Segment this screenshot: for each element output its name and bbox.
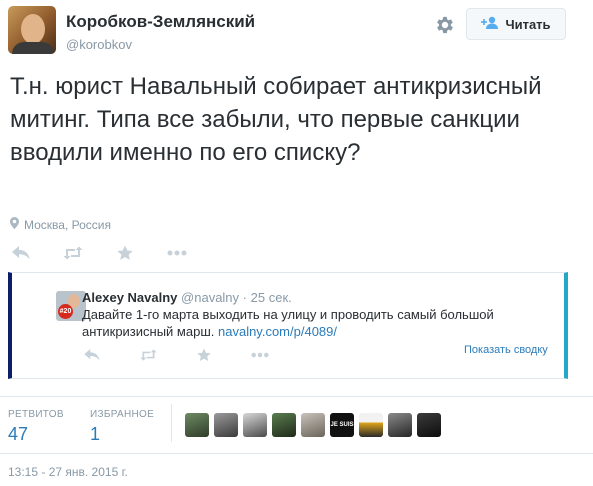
avatar-shirt	[12, 42, 54, 54]
author-display-name[interactable]: Коробков-Землянский	[66, 12, 255, 32]
quoted-link[interactable]: navalny.com/p/4089/	[218, 324, 337, 339]
favoriter-avatar[interactable]	[214, 413, 238, 437]
favoriter-avatar[interactable]: JE SUIS	[330, 413, 354, 437]
follow-button-label: Читать	[505, 16, 551, 32]
retweet-icon[interactable]	[138, 347, 158, 363]
quoted-author-handle[interactable]: @navalny	[181, 290, 239, 305]
stats-bottom-divider	[0, 453, 593, 454]
show-summary-link[interactable]: Показать сводку	[464, 344, 548, 356]
location-pin-icon	[10, 217, 19, 232]
favoriter-avatar[interactable]	[272, 413, 296, 437]
retweet-icon[interactable]	[62, 244, 84, 262]
favorites-count[interactable]: 1	[90, 424, 154, 445]
tweet-location[interactable]: Москва, Россия	[10, 217, 111, 232]
favoriter-avatar[interactable]	[185, 413, 209, 437]
favoriter-avatar[interactable]	[359, 413, 383, 437]
tweet-timestamp[interactable]: 13:15 - 27 янв. 2015 г.	[8, 465, 128, 479]
stats-top-divider	[0, 396, 593, 397]
tweet-actions	[10, 244, 218, 262]
reply-icon[interactable]	[10, 244, 32, 262]
quoted-avatar-badge: #20	[58, 304, 73, 319]
reply-icon[interactable]	[82, 347, 102, 363]
quoted-tweet-text: Давайте 1-го марта выходить на улицу и п…	[82, 306, 552, 340]
author-handle[interactable]: @korobkov	[66, 37, 132, 52]
tweet-text: Т.н. юрист Навальный собирает антикризис…	[10, 73, 542, 166]
avatar-face	[21, 14, 45, 44]
gear-icon[interactable]	[434, 14, 456, 36]
quoted-actions	[82, 347, 306, 363]
follow-button[interactable]: Читать	[466, 8, 566, 40]
favoriter-avatar[interactable]	[388, 413, 412, 437]
favoriter-avatar[interactable]	[301, 413, 325, 437]
retweets-label: РЕТВИТОВ	[8, 409, 64, 420]
favorites-label: ИЗБРАННОЕ	[90, 409, 155, 420]
stats-separator	[171, 404, 172, 442]
retweets-count[interactable]: 47	[8, 424, 64, 445]
more-icon[interactable]	[250, 347, 270, 363]
location-label: Москва, Россия	[24, 217, 111, 232]
retweets-stat[interactable]: РЕТВИТОВ 47	[8, 409, 64, 445]
favoriter-avatar[interactable]	[417, 413, 441, 437]
favorite-star-icon[interactable]	[194, 347, 214, 363]
quoted-author-name[interactable]: Alexey Navalny	[82, 290, 177, 305]
favorite-star-icon[interactable]	[114, 244, 136, 262]
quoted-separator: ·	[242, 290, 248, 305]
favorites-stat[interactable]: ИЗБРАННОЕ 1	[90, 409, 154, 445]
favoriters-avatars: JE SUIS	[185, 413, 441, 437]
more-icon[interactable]	[166, 244, 188, 262]
follow-person-icon	[481, 16, 499, 33]
quoted-tweet-card[interactable]: #20 Alexey Navalny @navalny · 25 сек. Да…	[8, 272, 568, 379]
author-avatar[interactable]	[8, 6, 56, 54]
favoriter-avatar[interactable]	[243, 413, 267, 437]
quoted-time[interactable]: 25 сек.	[251, 290, 292, 305]
quoted-header: Alexey Navalny @navalny · 25 сек.	[82, 290, 292, 305]
